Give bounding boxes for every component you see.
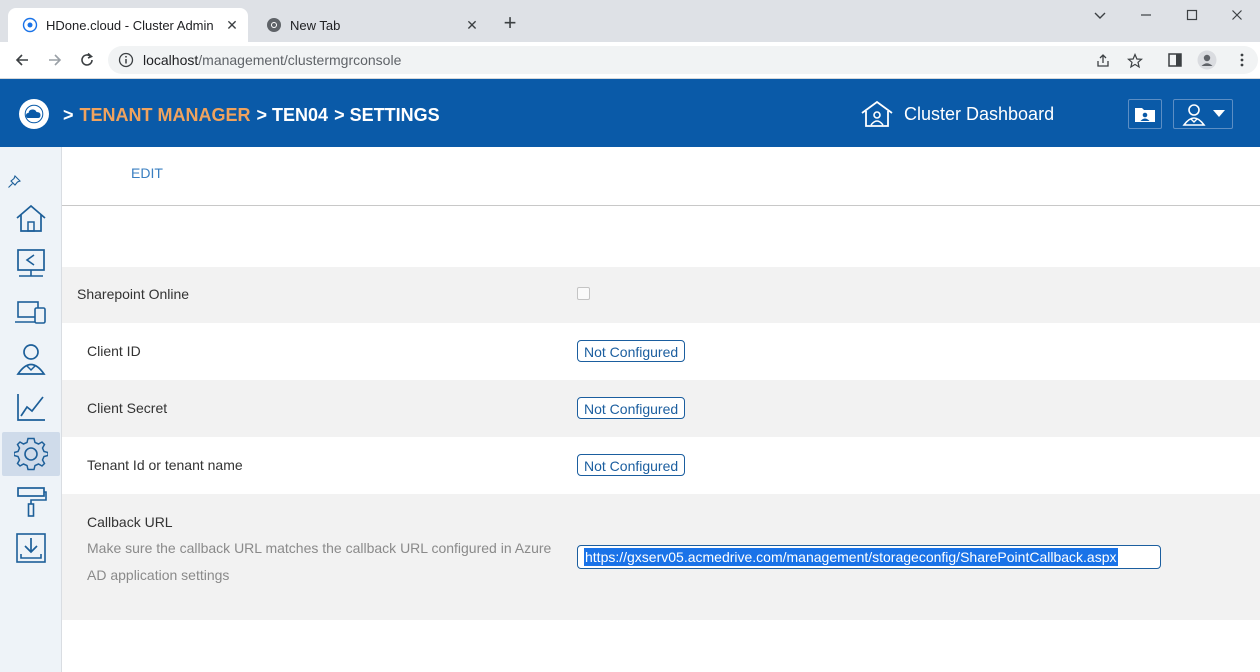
edit-button[interactable]: EDIT (131, 165, 163, 181)
url-text: localhost/management/clustermgrconsole (143, 52, 402, 68)
cluster-dashboard-link[interactable]: Cluster Dashboard (860, 99, 1054, 129)
side-panel-icon[interactable] (1163, 48, 1187, 72)
sidebar-item-shares[interactable] (2, 242, 60, 286)
tenant-id-value[interactable]: Not Configured (577, 454, 686, 476)
share-icon[interactable] (1094, 52, 1112, 70)
breadcrumb-tenant: > TEN04 (256, 105, 329, 125)
users-icon (16, 344, 46, 375)
client-secret-row: Client Secret Not Configured (62, 380, 1260, 437)
cluster-dashboard-label: Cluster Dashboard (904, 103, 1055, 124)
sharepoint-online-checkbox[interactable] (577, 287, 590, 300)
caret-down-icon (1213, 110, 1225, 117)
client-secret-label: Client Secret (87, 400, 168, 416)
breadcrumb-separator: > (63, 105, 74, 125)
forward-arrow-icon[interactable] (43, 48, 67, 72)
profile-avatar-icon[interactable] (1195, 48, 1219, 72)
folder-icon (1135, 108, 1155, 122)
back-arrow-icon[interactable] (10, 48, 34, 72)
home-icon (16, 204, 46, 232)
browser-tab-bar: HDone.cloud - Cluster Admin (jm ✕ New Ta… (0, 0, 1260, 42)
site-info-icon[interactable] (118, 52, 134, 68)
download-icon (16, 533, 46, 563)
left-sidebar (0, 147, 62, 672)
close-tab-icon[interactable]: ✕ (224, 17, 240, 33)
client-secret-value[interactable]: Not Configured (577, 397, 686, 419)
tab-new-tab[interactable]: New Tab ✕ (252, 8, 488, 42)
house-users-icon (861, 100, 893, 127)
tab-title: New Tab (290, 17, 341, 33)
tab-search-chevron-icon[interactable] (1077, 4, 1123, 26)
callback-url-row: Callback URL Make sure the callback URL … (62, 494, 1260, 620)
browser-menu-icon[interactable] (1230, 48, 1254, 72)
app-logo-icon[interactable] (19, 99, 49, 129)
address-bar[interactable]: localhost/management/clustermgrconsole (108, 46, 1258, 74)
devices-icon (15, 301, 46, 324)
reload-icon[interactable] (75, 48, 99, 72)
client-id-row: Client ID Not Configured (62, 323, 1260, 380)
settings-gear-icon (14, 437, 48, 471)
client-id-label: Client ID (87, 343, 141, 359)
callback-url-selected-text: https://gxserv05.acmedrive.com/managemen… (584, 548, 1118, 566)
reports-icon (17, 394, 45, 421)
user-icon (1182, 104, 1206, 126)
settings-panel: EDIT Sharepoint Online Client ID Not Con… (62, 147, 1260, 672)
sharepoint-online-row: Sharepoint Online (62, 267, 1260, 323)
tenant-id-row: Tenant Id or tenant name Not Configured (62, 437, 1260, 494)
tab-cluster-admin[interactable]: HDone.cloud - Cluster Admin (jm ✕ (8, 8, 248, 42)
sidebar-item-settings[interactable] (2, 432, 60, 476)
sidebar-item-branding[interactable] (2, 479, 60, 523)
maximize-window-icon[interactable] (1169, 4, 1215, 26)
close-window-icon[interactable] (1214, 4, 1260, 26)
user-menu-button[interactable] (1173, 99, 1233, 129)
folder-button[interactable] (1128, 99, 1162, 129)
breadcrumb-tenant-manager-link[interactable]: TENANT MANAGER (80, 105, 251, 125)
shared-folder-icon (17, 249, 45, 277)
paint-roller-icon (17, 487, 47, 517)
sidebar-item-users[interactable] (2, 337, 60, 381)
app-header: > TENANT MANAGER > TEN04 > SETTINGS Cluster… (0, 79, 1260, 147)
divider (62, 205, 1260, 206)
globe-icon (22, 17, 38, 33)
callback-url-label: Callback URL (87, 514, 173, 530)
bookmark-star-icon[interactable] (1126, 52, 1144, 70)
chrome-icon (267, 18, 281, 32)
callback-url-field[interactable]: https://gxserv05.acmedrive.com/managemen… (577, 545, 1161, 569)
sharepoint-online-label: Sharepoint Online (77, 286, 190, 302)
sidebar-item-downloads[interactable] (2, 526, 60, 570)
breadcrumb: > TENANT MANAGER > TEN04 > SETTINGS (63, 105, 440, 126)
breadcrumb-settings: > SETTINGS (334, 105, 440, 125)
client-id-value[interactable]: Not Configured (577, 340, 686, 362)
close-tab-icon[interactable]: ✕ (464, 17, 480, 33)
new-tab-button[interactable]: + (498, 12, 522, 36)
tenant-id-label: Tenant Id or tenant name (87, 457, 243, 473)
sidebar-item-home[interactable] (2, 196, 60, 240)
callback-url-hint: Make sure the callback URL matches the c… (87, 540, 552, 583)
pin-icon[interactable] (7, 175, 21, 189)
sidebar-item-devices[interactable] (2, 290, 60, 334)
browser-toolbar: localhost/management/clustermgrconsole (0, 42, 1260, 79)
tab-title: HDone.cloud - Cluster Admin (jm (46, 17, 216, 33)
sidebar-item-reports[interactable] (2, 385, 60, 429)
minimize-window-icon[interactable] (1123, 4, 1169, 26)
